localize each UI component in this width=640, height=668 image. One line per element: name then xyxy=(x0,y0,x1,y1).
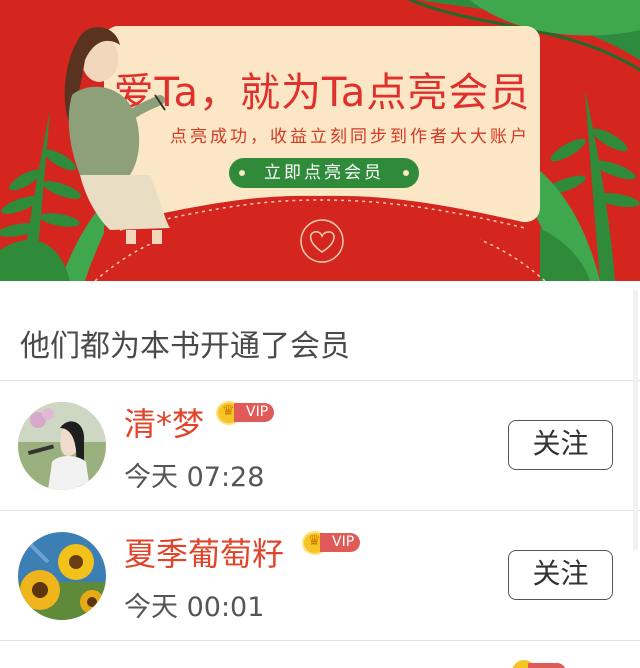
member-time: 今天 00:01 xyxy=(124,592,265,623)
member-row: 清*梦 VIP 今天 07:28 关注 xyxy=(0,381,640,511)
avatar-image xyxy=(18,402,106,490)
vip-label: VIP xyxy=(234,403,275,422)
scrollbar[interactable] xyxy=(633,290,638,550)
envelope-illustration xyxy=(64,27,546,281)
avatar-image xyxy=(18,532,106,620)
follow-button[interactable]: 关注 xyxy=(508,550,613,600)
member-name[interactable]: 夏季葡萄籽 xyxy=(124,529,284,575)
member-row: 夏季葡萄籽 VIP 今天 00:01 关注 xyxy=(0,511,640,641)
member-avatar[interactable] xyxy=(18,532,106,620)
vip-label: VIP xyxy=(320,533,361,552)
section-title: 他们都为本书开通了会员 xyxy=(20,329,350,364)
next-row-peek xyxy=(0,641,640,668)
follow-button[interactable]: 关注 xyxy=(508,420,613,470)
member-time: 今天 07:28 xyxy=(124,462,265,493)
promo-banner[interactable]: 爱Ta，就为Ta点亮会员 点亮成功，收益立刻同步到作者大大账户 立即点亮会员 xyxy=(0,0,640,281)
member-name[interactable]: 清*梦 xyxy=(124,399,204,445)
vip-pill xyxy=(528,663,566,668)
member-avatar[interactable] xyxy=(18,402,106,490)
